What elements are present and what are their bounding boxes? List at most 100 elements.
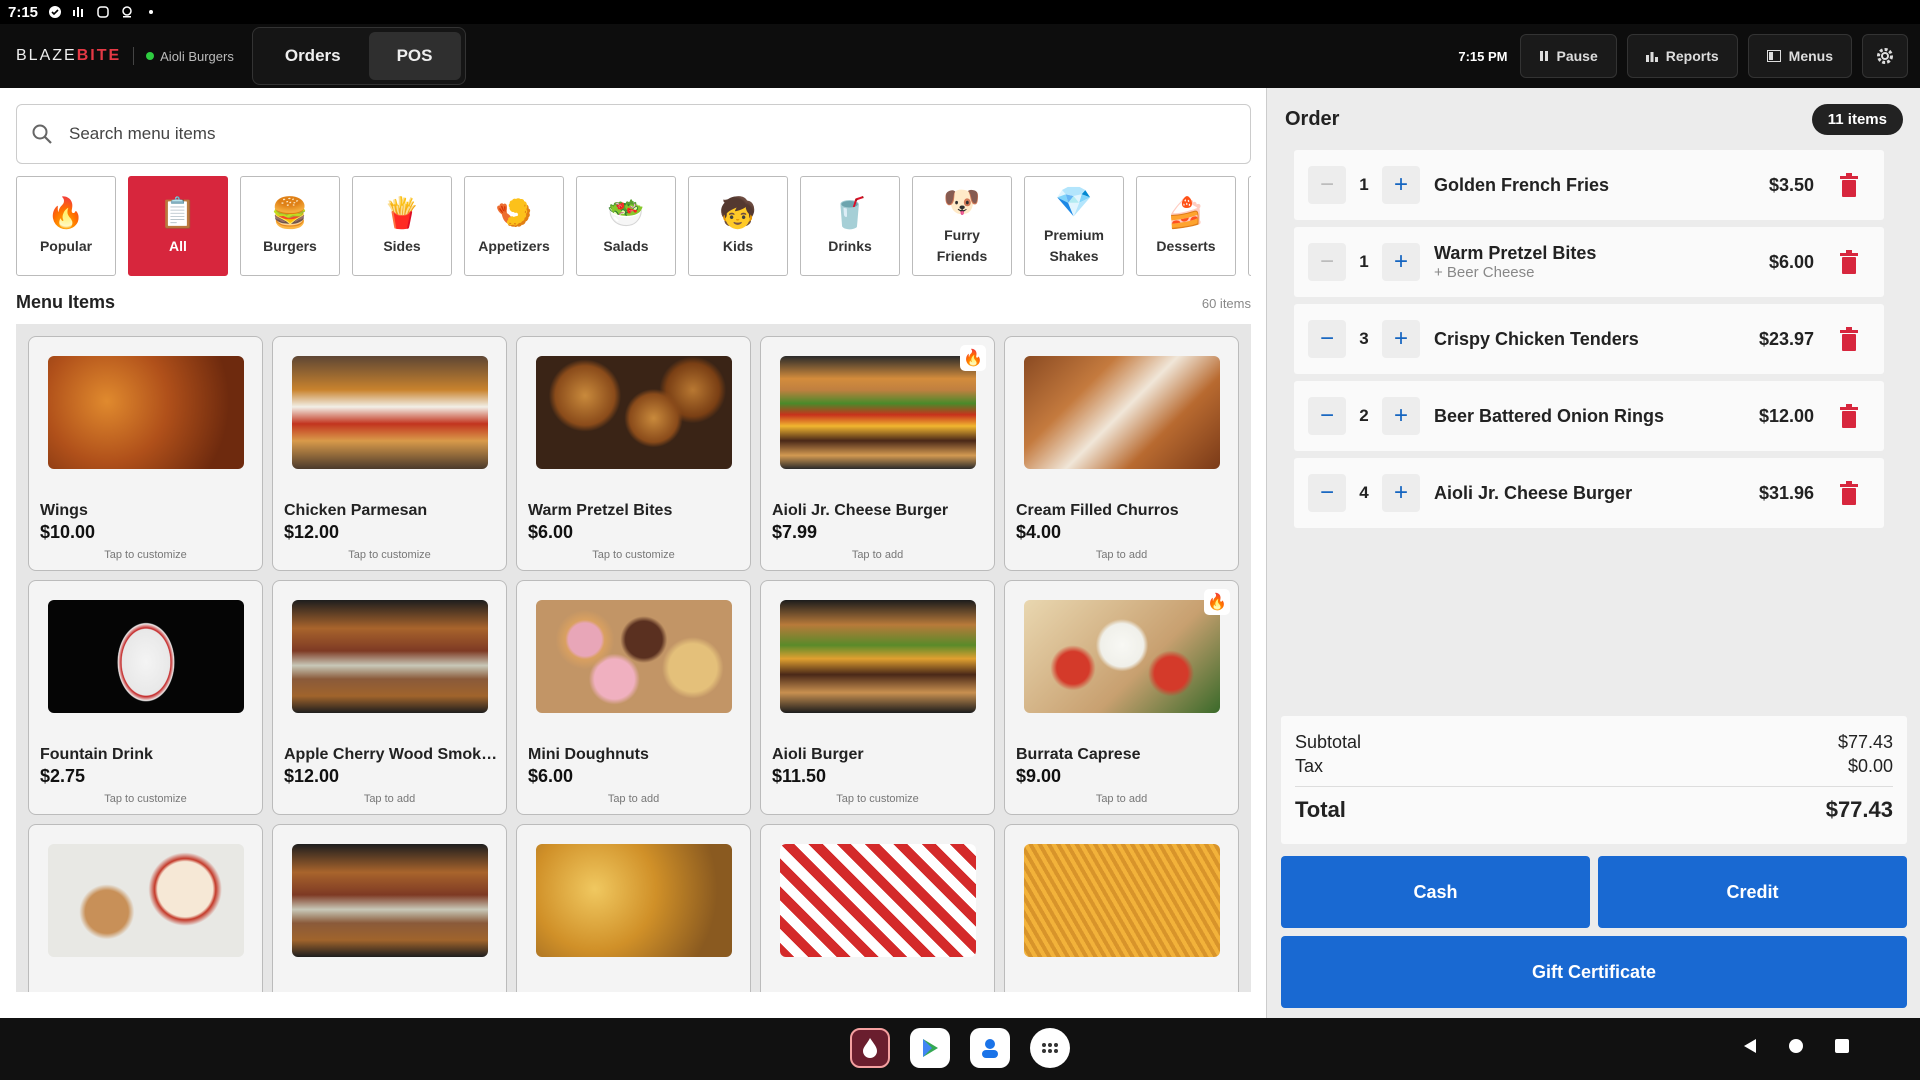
order-line: − 2 + Beer Battered Onion Rings $12.00 (1294, 381, 1884, 451)
menu-item-card[interactable] (516, 824, 751, 992)
line-item-name: Aioli Jr. Cheese Burger (1434, 482, 1633, 503)
menu-grid-scroll[interactable]: Wings $10.00 Tap to customize Chicken Pa… (16, 324, 1251, 992)
menu-item-card[interactable] (1004, 824, 1239, 992)
category-sides[interactable]: 🍟 Sides (352, 176, 452, 276)
menu-item-card[interactable]: Fountain Drink $2.75 Tap to customize (28, 580, 263, 815)
blazebite-app-icon[interactable] (850, 1028, 890, 1068)
decrease-quantity-button[interactable]: − (1308, 320, 1346, 358)
contacts-app-icon[interactable] (970, 1028, 1010, 1068)
decrease-quantity-button[interactable]: − (1308, 166, 1346, 204)
cash-button[interactable]: Cash (1281, 856, 1590, 928)
credit-button[interactable]: Credit (1598, 856, 1907, 928)
divider (133, 47, 135, 65)
menu-item-hint: Tap to add (607, 793, 660, 805)
category-appetizers[interactable]: 🍤 Appetizers (464, 176, 564, 276)
category-label: Kids (722, 237, 754, 254)
back-icon[interactable] (1742, 1038, 1758, 1054)
category-label: All (169, 237, 187, 254)
category-overflow[interactable] (1248, 176, 1251, 276)
increase-quantity-button[interactable]: + (1382, 320, 1420, 358)
menu-item-name: Warm Pretzel Bites (528, 502, 673, 519)
gear-icon (1877, 48, 1893, 64)
tab-orders[interactable]: Orders (257, 32, 369, 80)
menu-item-name: Wings (40, 502, 88, 519)
app-drawer-icon[interactable] (1030, 1028, 1070, 1068)
decrease-quantity-button[interactable]: − (1308, 397, 1346, 435)
tab-pos[interactable]: POS (368, 32, 461, 80)
mode-tabs: Orders POS (251, 27, 466, 85)
trash-icon[interactable] (1838, 327, 1860, 351)
category-label: Sides (383, 237, 421, 254)
search-bar[interactable]: Search menu items (16, 104, 1251, 164)
menu-item-hint: Tap to customize (104, 549, 187, 561)
decrease-quantity-button[interactable]: − (1308, 243, 1346, 281)
line-price: $3.50 (1768, 174, 1814, 195)
menu-item-name: Burrata Caprese (1016, 746, 1141, 763)
category-desserts[interactable]: 🍰 Desserts (1136, 176, 1236, 276)
reports-label: Reports (1665, 48, 1719, 64)
food-image (1024, 356, 1220, 469)
search-input[interactable]: Search menu items (69, 124, 215, 144)
category-all[interactable]: 📋 All (128, 176, 228, 276)
line-quantity: 1 (1359, 175, 1369, 194)
menu-item-card[interactable] (28, 824, 263, 992)
order-line: − 1 + Warm Pretzel Bites + Beer Cheese $… (1294, 227, 1884, 297)
tax-value: $0.00 (1847, 756, 1893, 776)
food-image (780, 600, 976, 713)
increase-quantity-button[interactable]: + (1382, 243, 1420, 281)
increase-quantity-button[interactable]: + (1382, 397, 1420, 435)
menu-item-name: Apple Cherry Wood Smoke... (284, 746, 499, 763)
system-status-bar: 7:15 (0, 0, 1920, 1018)
menu-item-card[interactable]: 🔥 Aioli Jr. Cheese Burger $7.99 Tap to a… (760, 336, 995, 571)
food-image (292, 356, 488, 469)
increase-quantity-button[interactable]: + (1382, 166, 1420, 204)
signal-icon (73, 7, 84, 17)
category-burgers[interactable]: 🍔 Burgers (240, 176, 340, 276)
category-salads[interactable]: 🥗 Salads (576, 176, 676, 276)
menu-item-card[interactable]: Mini Doughnuts $6.00 Tap to add (516, 580, 751, 815)
menu-item-card[interactable]: Cream Filled Churros $4.00 Tap to add (1004, 336, 1239, 571)
menus-button[interactable]: Menus (1747, 34, 1852, 78)
order-line: − 4 + Aioli Jr. Cheese Burger $31.96 (1294, 458, 1884, 528)
decrease-quantity-button[interactable]: − (1308, 474, 1346, 512)
trash-icon[interactable] (1838, 250, 1860, 274)
category-kids[interactable]: 🧒 Kids (688, 176, 788, 276)
trash-icon[interactable] (1838, 173, 1860, 197)
recents-icon[interactable] (1834, 1038, 1850, 1054)
menu-item-card[interactable] (272, 824, 507, 992)
clipboard-icon: 📋 (159, 196, 197, 230)
trash-icon[interactable] (1838, 404, 1860, 428)
play-store-icon[interactable] (910, 1028, 950, 1068)
home-icon[interactable] (1788, 1038, 1804, 1054)
line-item-name: Beer Battered Onion Rings (1434, 405, 1665, 426)
menu-item-card[interactable]: Apple Cherry Wood Smoke... $12.00 Tap to… (272, 580, 507, 815)
grid-dots-icon (1042, 1043, 1058, 1053)
menu-item-hint: Tap to add (1095, 549, 1148, 561)
food-image (536, 844, 732, 957)
menu-item-hint: Tap to add (1095, 793, 1148, 805)
menu-item-card[interactable]: Wings $10.00 Tap to customize (28, 336, 263, 571)
pause-label: Pause (1556, 48, 1598, 64)
dog-icon: 🐶 (943, 186, 981, 219)
menu-item-card[interactable]: Chicken Parmesan $12.00 Tap to customize (272, 336, 507, 571)
category-furry-friends[interactable]: 🐶 Furry Friends (912, 176, 1012, 276)
menu-item-card[interactable]: Aioli Burger $11.50 Tap to customize (760, 580, 995, 815)
order-lines: − 1 + Golden French Fries $3.50 − 1 + Wa… (1294, 150, 1884, 528)
settings-button[interactable] (1862, 34, 1908, 78)
reports-button[interactable]: Reports (1626, 34, 1738, 78)
trash-icon[interactable] (1838, 481, 1860, 505)
menu-item-name: Cream Filled Churros (1016, 502, 1179, 519)
menu-item-card[interactable]: 🔥 Burrata Caprese $9.00 Tap to add (1004, 580, 1239, 815)
cup-icon: 🥤 (831, 196, 869, 230)
increase-quantity-button[interactable]: + (1382, 474, 1420, 512)
category-drinks[interactable]: 🥤 Drinks (800, 176, 900, 276)
location-icon (122, 6, 132, 18)
menu-item-card[interactable]: Warm Pretzel Bites $6.00 Tap to customiz… (516, 336, 751, 571)
pause-button[interactable]: Pause (1519, 34, 1617, 78)
menu-item-card[interactable] (760, 824, 995, 992)
gift-certificate-button[interactable]: Gift Certificate (1281, 936, 1907, 1008)
category-popular[interactable]: 🔥 Popular (16, 176, 116, 276)
food-image (780, 356, 976, 469)
order-totals: Subtotal $77.43 Tax $0.00 Total $77.43 (1281, 716, 1907, 844)
category-premium-shakes[interactable]: 💎 Premium Shakes (1024, 176, 1124, 276)
